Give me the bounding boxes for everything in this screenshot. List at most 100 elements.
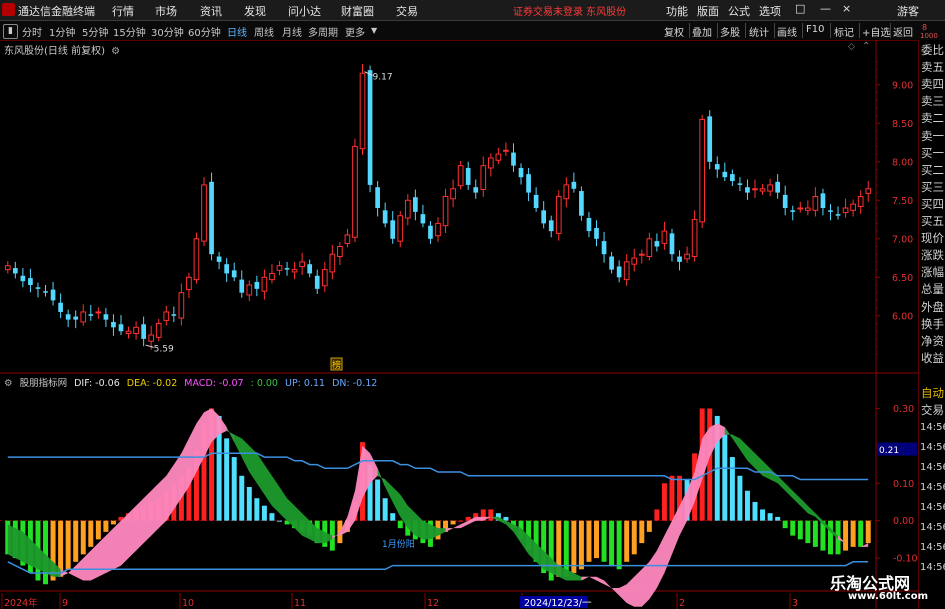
macd-bar — [843, 520, 849, 551]
tool-add-watchlist[interactable]: +自选 — [862, 24, 890, 39]
menu-item-ask[interactable]: 问小达 — [288, 3, 321, 19]
candle-body-up — [752, 188, 758, 191]
low-marker-line — [145, 344, 154, 348]
macd-bar — [805, 520, 811, 544]
candle-body-up — [133, 326, 139, 335]
price-tick-label: 6.50 — [892, 273, 913, 284]
trade-time: 14:56 — [920, 442, 945, 453]
macd-bar — [797, 520, 803, 540]
period-tab-monthly[interactable]: 月线 — [282, 24, 302, 39]
period-tab-1min[interactable]: 1分钟 — [49, 24, 75, 39]
candle-body-down — [390, 220, 396, 239]
macd-bar — [269, 513, 275, 521]
chevron-down-icon[interactable]: ▼ — [371, 26, 377, 35]
period-tab-30min[interactable]: 30分钟 — [151, 24, 184, 39]
menu-item-discover[interactable]: 发现 — [244, 3, 266, 19]
tool-back[interactable]: 返回 — [893, 24, 913, 39]
side-label: 卖五 — [921, 60, 944, 75]
candle-body-up — [555, 195, 562, 234]
candle-body-up — [661, 230, 668, 244]
date-tick-label: 9 — [62, 598, 68, 609]
tool-multi-stock[interactable]: 多股 — [720, 24, 740, 39]
macd-bar — [488, 509, 494, 521]
chart-area[interactable]: 6.00 6.50 7.00 7.50 8.00 8.50 9.00 -0.10 0.00 0.1… — [0, 40, 945, 609]
side-label: 委比 — [921, 43, 944, 57]
macd-bar — [254, 498, 260, 521]
period-tab-intraday[interactable]: 分时 — [22, 24, 42, 39]
tool-stats[interactable]: 统计 — [749, 24, 769, 39]
period-tab-5min[interactable]: 5分钟 — [82, 24, 108, 39]
macd-bar — [646, 520, 652, 532]
candle-body-up — [457, 165, 464, 187]
guest-label[interactable]: 游客 — [897, 3, 919, 19]
candle-body-down — [722, 171, 728, 178]
candle-body-down — [209, 181, 214, 255]
side-label: 涨幅 — [921, 265, 944, 280]
candle-body-down — [677, 256, 682, 262]
candle-body-up — [95, 311, 102, 314]
candle-body-up — [261, 276, 268, 292]
menu-item-wealth[interactable]: 财富圈 — [341, 3, 374, 19]
menu-item-options[interactable]: 选项 — [759, 3, 781, 19]
minimize-icon[interactable]: — — [820, 2, 831, 15]
macd-bar — [737, 475, 743, 521]
macd-bar — [563, 520, 569, 577]
candle-body-down — [714, 164, 720, 170]
tool-adjust[interactable]: 复权 — [664, 24, 684, 39]
menu-item-news[interactable]: 资讯 — [200, 3, 222, 19]
indicator-dif: DIF: -0.06 — [74, 378, 120, 389]
candle-body-up — [178, 292, 185, 319]
auto-label[interactable]: 自动 — [921, 387, 944, 400]
candle-body-up — [155, 323, 162, 338]
watermark: 乐淘公式网 www.60lt.com — [830, 566, 945, 609]
period-tab-weekly[interactable]: 周线 — [254, 24, 274, 39]
period-toolbar: 分时 1分钟 5分钟 15分钟 30分钟 60分钟 日线 周线 月线 多周期 更… — [0, 21, 945, 41]
candle-body-up — [850, 203, 856, 211]
candle-body-down — [224, 264, 230, 274]
menu-item-layout[interactable]: 版面 — [697, 3, 719, 19]
macd-bar — [767, 513, 773, 521]
period-tab-15min[interactable]: 15分钟 — [113, 24, 146, 39]
candle-body-down — [118, 324, 124, 332]
candle-body-down — [307, 264, 313, 274]
candle-body-down — [382, 210, 388, 224]
tool-overlay[interactable]: 叠加 — [692, 24, 712, 39]
candle-body-up — [193, 238, 200, 281]
tool-mark[interactable]: 标记 — [834, 24, 854, 39]
candle-body-up — [865, 188, 872, 194]
macd-bar — [850, 520, 856, 547]
panel-toggle-icon[interactable]: ▮ — [3, 24, 18, 39]
indicator-macd: MACD: -0.07 — [184, 378, 244, 389]
candle-body-down — [669, 233, 675, 255]
close-icon[interactable]: × — [842, 2, 851, 15]
login-notice[interactable]: 证券交易未登录 东风股份 — [513, 3, 626, 18]
candle-body-down — [88, 314, 94, 316]
candle-body-up — [397, 215, 404, 242]
side-mark-2: 1000 — [920, 32, 938, 40]
period-tab-60min[interactable]: 60分钟 — [188, 24, 221, 39]
date-tick-label: 11 — [294, 598, 306, 609]
period-tab-daily[interactable]: 日线 — [227, 24, 247, 39]
macd-bar — [382, 498, 388, 521]
indicator-annotation: 1月份阳 — [382, 538, 415, 550]
menu-item-quotes[interactable]: 行情 — [112, 3, 134, 19]
menu-item-function[interactable]: 功能 — [666, 3, 688, 19]
candle-body-down — [43, 291, 48, 293]
trade-label[interactable]: 交易 — [921, 404, 944, 417]
period-tab-more[interactable]: 更多 — [345, 24, 365, 39]
macd-bar — [669, 475, 675, 521]
price-tick-label: 8.00 — [892, 157, 913, 168]
menu-item-formula[interactable]: 公式 — [728, 3, 750, 19]
menu-item-trade[interactable]: 交易 — [396, 3, 418, 19]
candle-body-up — [480, 165, 487, 191]
macd-bar — [65, 520, 71, 570]
candle-body-up — [646, 238, 653, 258]
settings-gear-icon[interactable]: ⚙ — [4, 378, 13, 389]
macd-bar — [865, 520, 871, 544]
menu-item-market[interactable]: 市场 — [155, 3, 177, 19]
period-tab-multi[interactable]: 多周期 — [308, 24, 338, 39]
tool-f10[interactable]: F10 — [806, 24, 824, 35]
maximize-icon[interactable]: □ — [795, 2, 805, 15]
macd-bar — [744, 490, 750, 521]
tool-draw[interactable]: 画线 — [777, 24, 797, 39]
